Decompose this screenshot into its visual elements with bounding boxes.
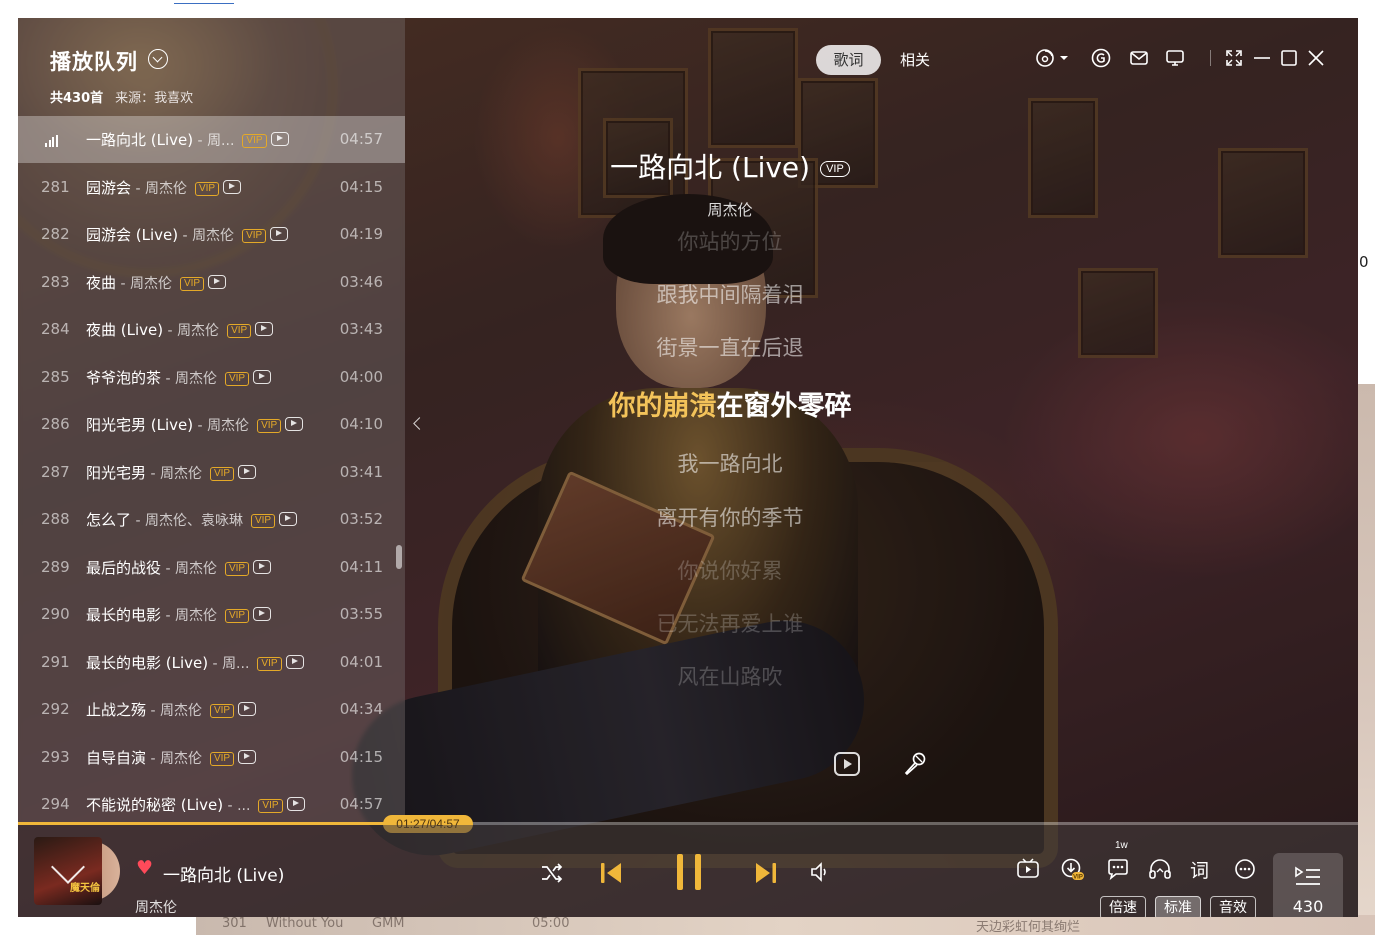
background-number: 0: [1359, 253, 1369, 271]
track-artist[interactable]: 周杰伦: [160, 703, 202, 719]
queue-list-icon: [1295, 866, 1320, 885]
headphones-icon[interactable]: [1147, 856, 1173, 882]
mv-icon[interactable]: [270, 132, 289, 146]
pause-icon[interactable]: [675, 850, 705, 894]
play-queue-button[interactable]: 430: [1273, 853, 1343, 917]
queue-count: 共430首: [50, 91, 104, 106]
lyric-line: 跟我中间隔着泪: [656, 283, 804, 307]
background-lyric: 天边彩虹何其绚烂: [976, 920, 1081, 935]
song-title: 一路向北 (Live): [610, 151, 811, 184]
background-row-num: 301: [222, 916, 247, 931]
mv-icon[interactable]: [253, 369, 272, 384]
track-duration: 04:34: [339, 700, 383, 718]
track-title: 自导自演: [86, 748, 147, 767]
lyric-line: 街景一直在后退: [656, 336, 804, 360]
vip-badge: VIP: [258, 799, 283, 813]
track-title: 不能说的秘密 (Live): [86, 796, 224, 814]
playlist-row[interactable]: 293 自导自演 - 周杰伦 VIP 04:15: [18, 734, 405, 781]
queue-dropdown-icon[interactable]: [148, 49, 168, 69]
previous-track-icon[interactable]: [598, 859, 624, 887]
comment-icon[interactable]: [1105, 856, 1131, 882]
song-artist[interactable]: 周杰伦: [18, 199, 1358, 220]
comment-count-badge: 1w: [1115, 840, 1128, 851]
minimize-icon[interactable]: [1252, 48, 1272, 68]
playlist-row[interactable]: 292 止战之殇 - 周杰伦 VIP 04:34: [18, 686, 405, 733]
track-duration: 04:57: [339, 795, 383, 813]
mv-icon[interactable]: [286, 797, 305, 811]
quality-button[interactable]: 标准: [1155, 896, 1201, 917]
lyric-sung-part: 你的崩溃: [608, 391, 717, 422]
lyric-line: 我一路向北: [677, 452, 783, 476]
track-artist[interactable]: ...: [237, 798, 250, 814]
shuffle-icon[interactable]: [540, 862, 564, 884]
chevron-down-icon[interactable]: [1058, 48, 1070, 68]
mv-icon[interactable]: [238, 749, 257, 764]
tab-lyrics[interactable]: 歌词: [816, 45, 881, 75]
background-page-bottom: 301 Without You GMM 05:00 天边彩虹何其绚烂: [196, 915, 1375, 935]
sound-effects-button[interactable]: 音效: [1210, 896, 1256, 917]
mv-icon[interactable]: [1015, 856, 1041, 882]
track-number: 294: [41, 795, 70, 813]
background-row-artist: GMM: [372, 916, 405, 931]
queue-meta: 共430首 来源：我喜欢: [50, 87, 193, 106]
track-artist[interactable]: 周杰伦: [160, 751, 202, 767]
song-title-display: 一路向北 (Live) VIP: [18, 146, 1358, 186]
current-lyric-line: 你的崩溃在窗外零碎: [18, 384, 1358, 423]
coin-icon[interactable]: [1091, 48, 1111, 68]
background-row-duration: 05:00: [532, 916, 570, 931]
tab-related[interactable]: 相关: [890, 45, 940, 75]
lyric-line: 离开有你的季节: [656, 506, 804, 530]
queue-title: 播放队列: [50, 50, 138, 74]
toolbar-divider: [1210, 50, 1211, 66]
monitor-icon[interactable]: [1165, 48, 1185, 68]
track-number: 293: [41, 747, 70, 766]
track-number: 285: [41, 367, 70, 386]
track-title-line: 自导自演 - 周杰伦 VIP: [86, 747, 257, 768]
heart-icon[interactable]: ♥: [136, 859, 156, 878]
microphone-icon[interactable]: [902, 751, 928, 777]
mail-icon[interactable]: [1129, 48, 1149, 68]
lyric-line: 你说你好累: [677, 559, 783, 583]
track-title-line: 止战之殇 - 周杰伦 VIP: [86, 699, 257, 720]
background-row-title: Without You: [266, 916, 344, 931]
track-duration: 04:15: [339, 747, 383, 766]
speed-button[interactable]: 倍速: [1100, 896, 1146, 917]
lyric-line: 已无法再爱上谁: [656, 612, 804, 636]
lyric-unsung-part: 在窗外零碎: [716, 391, 852, 422]
disc-icon[interactable]: [1035, 48, 1055, 68]
track-title-line: 不能说的秘密 (Live) - ... VIP: [86, 794, 305, 815]
queue-source: 来源：我喜欢: [115, 91, 194, 106]
vip-badge: VIP: [209, 751, 235, 766]
lyric-line: 风在山路吹: [677, 665, 783, 689]
vip-badge: VIP: [209, 704, 235, 718]
download-vip-icon[interactable]: VIP: [1059, 856, 1085, 882]
music-player-window: 播放队列 共430首 来源：我喜欢 一路向北 (Live) - 周... VIP 04…: [18, 18, 1358, 917]
vip-badge: VIP: [820, 161, 850, 177]
track-duration: 04:00: [339, 367, 383, 386]
mv-play-icon[interactable]: [834, 752, 860, 776]
track-number: 292: [41, 700, 70, 718]
track-title: 止战之殇: [86, 701, 147, 719]
album-cover[interactable]: 魔天倫: [34, 837, 102, 905]
now-playing-artist[interactable]: 周杰伦: [135, 897, 177, 917]
close-icon[interactable]: [1306, 48, 1326, 68]
svg-text:VIP: VIP: [1073, 875, 1083, 881]
album-logo: 魔天倫: [70, 883, 100, 894]
playlist-row[interactable]: 294 不能说的秘密 (Live) - ... VIP 04:57: [18, 781, 405, 825]
mv-icon[interactable]: [238, 702, 257, 716]
background-page-right: [1358, 384, 1375, 935]
lyric-line: 你站的方位: [677, 230, 783, 254]
now-playing-title[interactable]: 一路向北 (Live): [163, 861, 284, 886]
maximize-icon[interactable]: [1279, 48, 1299, 68]
fullscreen-icon[interactable]: [1224, 48, 1244, 68]
desktop: 0 301 Without You GMM 05:00 天边彩虹何其绚烂 播放队…: [0, 0, 1375, 935]
desktop-lyrics-button[interactable]: 词: [1190, 856, 1209, 883]
more-icon[interactable]: [1232, 856, 1258, 882]
background-link[interactable]: [174, 0, 234, 4]
queue-total: 430: [1292, 897, 1324, 916]
volume-icon[interactable]: [808, 860, 832, 884]
next-track-icon[interactable]: [753, 859, 779, 887]
